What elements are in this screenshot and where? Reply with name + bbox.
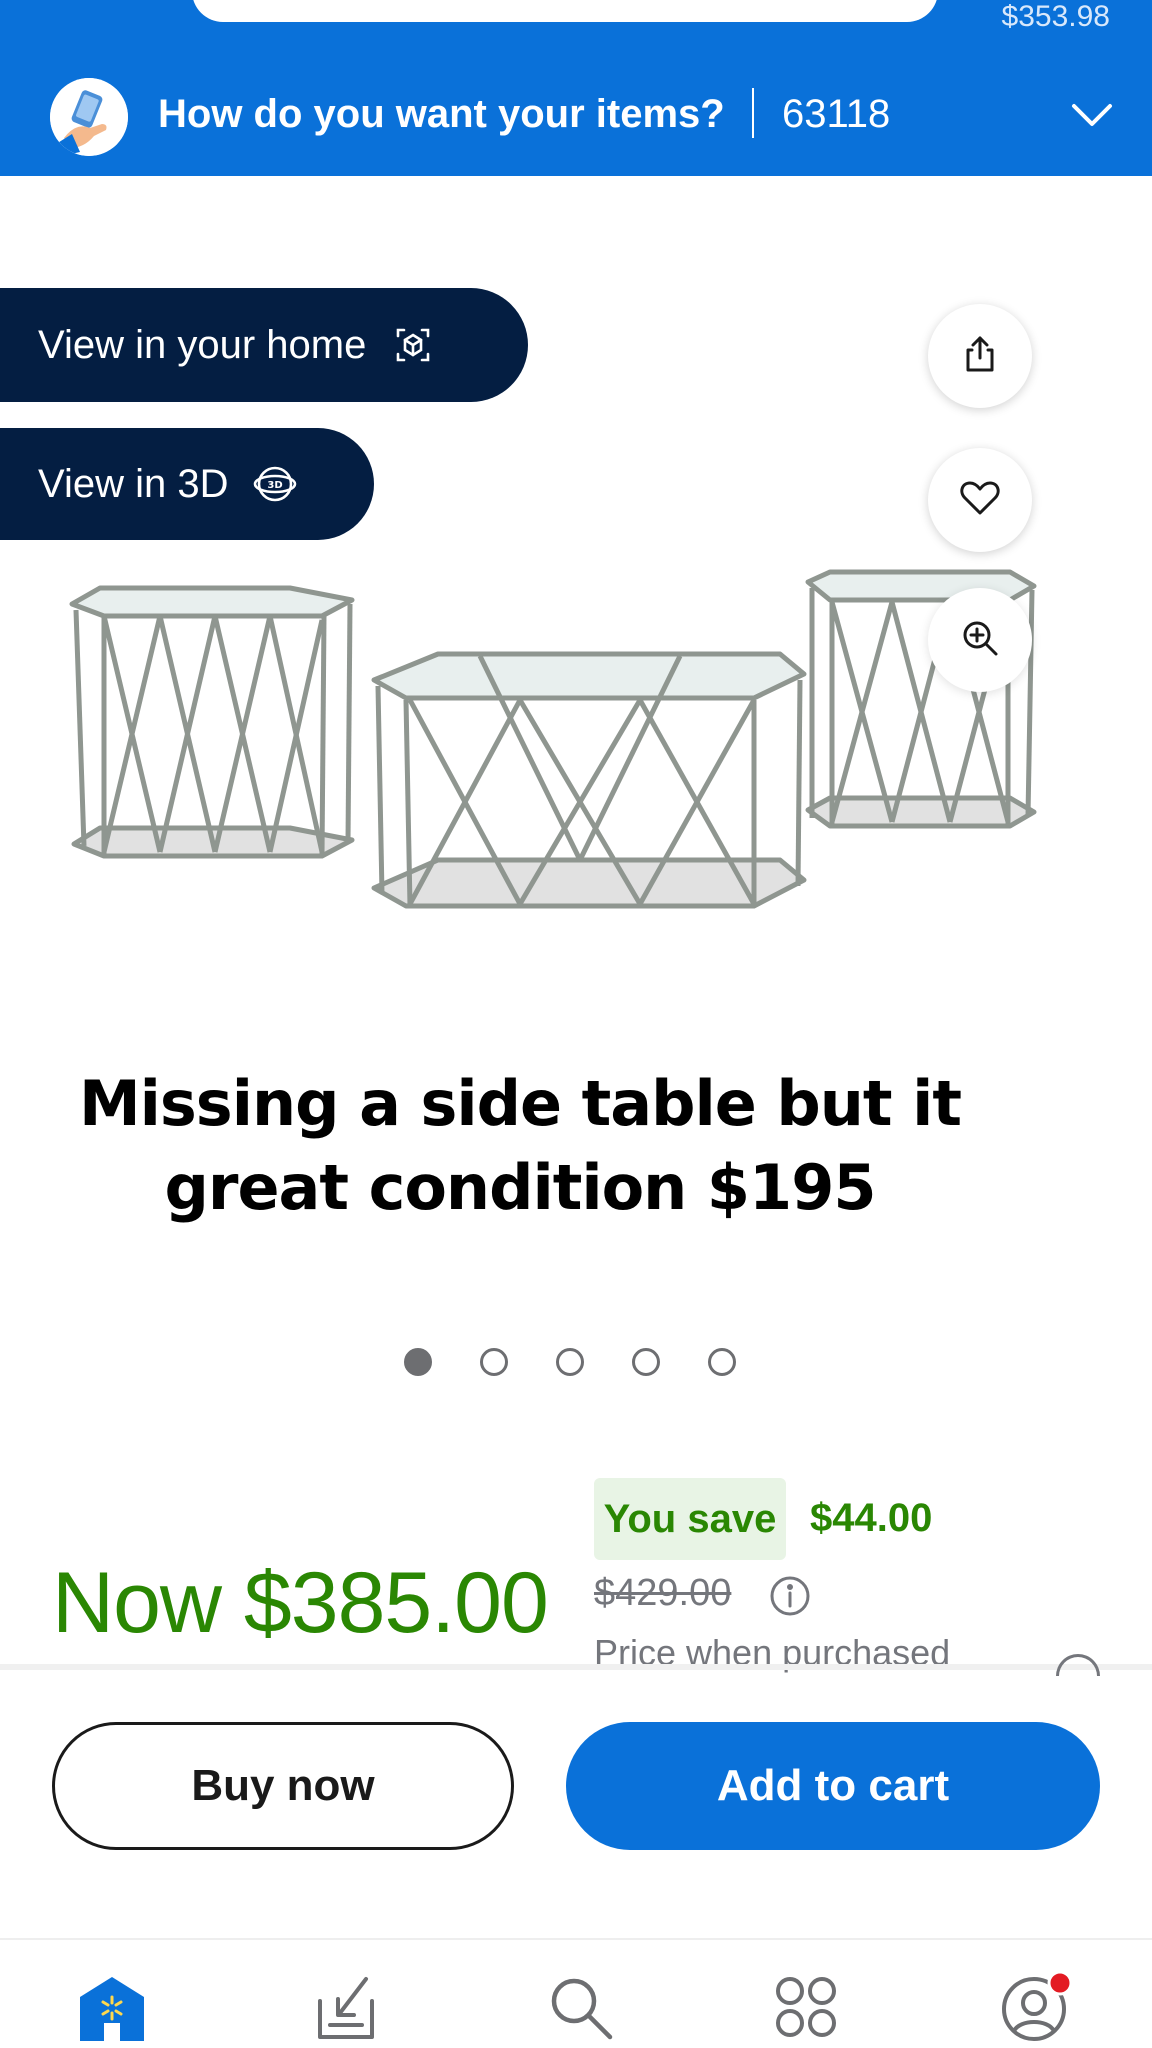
3d-rotate-icon: 3D <box>252 461 298 507</box>
you-save-badge: You save <box>594 1478 786 1560</box>
nav-home[interactable] <box>72 1970 152 2048</box>
search-bar[interactable] <box>192 0 938 22</box>
carousel-dot-1[interactable] <box>404 1348 432 1376</box>
nav-my-items[interactable] <box>306 1970 386 2048</box>
carousel-dot-4[interactable] <box>632 1348 660 1376</box>
view-in-3d-button[interactable]: View in 3D 3D <box>0 428 374 540</box>
carousel-dots <box>404 1348 736 1376</box>
fulfillment-prompt[interactable]: How do you want your items? <box>158 92 725 137</box>
account-icon <box>1000 1969 1076 2048</box>
nav-account[interactable] <box>998 1970 1078 2048</box>
search-icon <box>544 1971 616 2048</box>
cart-total[interactable]: $353.98 <box>1002 0 1110 34</box>
save-amount: $44.00 <box>810 1496 933 1540</box>
info-icon[interactable] <box>768 1574 812 1618</box>
current-price: Now $385.00 <box>52 1555 549 1651</box>
caption-line-2: great condition $195 <box>164 1151 877 1224</box>
carousel-dot-5[interactable] <box>708 1348 736 1376</box>
original-price: $429.00 <box>594 1572 732 1614</box>
add-to-cart-button[interactable]: Add to cart <box>566 1722 1100 1850</box>
my-items-icon <box>310 1971 382 2048</box>
carousel-dot-3[interactable] <box>556 1348 584 1376</box>
image-caption: Missing a side table but it great condit… <box>0 1062 1040 1230</box>
heart-icon <box>959 479 1001 522</box>
nav-services[interactable] <box>766 1970 846 2048</box>
header-bar: $353.98 How do you want your items? 6311… <box>0 0 1152 176</box>
coffee-table <box>371 651 807 909</box>
zoom-button[interactable] <box>928 588 1032 692</box>
view-in-home-label: View in your home <box>38 322 367 367</box>
bottom-nav <box>0 1938 1152 2048</box>
share-icon <box>960 334 1000 379</box>
nav-search[interactable] <box>540 1970 620 2048</box>
share-button[interactable] <box>928 304 1032 408</box>
left-end-table <box>69 585 355 859</box>
chevron-down-icon[interactable] <box>1068 90 1116 138</box>
view-in-3d-label: View in 3D <box>38 461 229 506</box>
fulfillment-icon[interactable] <box>50 78 128 156</box>
favorite-button[interactable] <box>928 448 1032 552</box>
buy-now-button[interactable]: Buy now <box>52 1722 514 1850</box>
view-in-home-button[interactable]: View in your home <box>0 288 528 402</box>
ar-cube-icon <box>390 322 436 368</box>
home-icon <box>76 1971 148 2048</box>
carousel-dot-2[interactable] <box>480 1348 508 1376</box>
header-divider <box>752 88 754 138</box>
notification-dot <box>1047 1970 1073 1995</box>
svg-text:3D: 3D <box>268 480 283 491</box>
zoom-in-icon <box>960 618 1000 663</box>
section-divider <box>0 1664 1152 1670</box>
services-icon <box>770 1971 842 2048</box>
expand-handle[interactable] <box>1056 1654 1100 1676</box>
caption-line-1: Missing a side table but it <box>78 1067 962 1140</box>
zip-code[interactable]: 63118 <box>782 92 890 137</box>
